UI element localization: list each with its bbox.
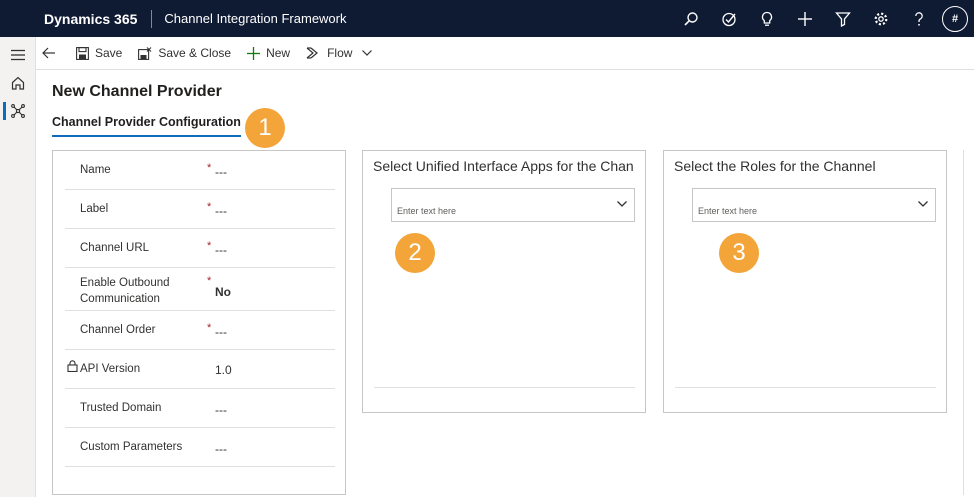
field-row-channel-order: Channel Order * --- (65, 311, 335, 350)
callout-badge-3: 3 (719, 233, 759, 273)
general-form-section: Name * --- Label * --- Channel URL * ---… (52, 150, 346, 495)
plus-icon[interactable] (786, 0, 824, 37)
gear-icon[interactable] (862, 0, 900, 37)
app-name[interactable]: Channel Integration Framework (164, 11, 346, 26)
callout-badge-1: 1 (245, 108, 285, 148)
save-close-icon (138, 46, 152, 60)
search-icon[interactable] (672, 0, 710, 37)
save-icon (76, 46, 89, 60)
required-indicator: * (207, 201, 212, 213)
field-row-label: Label * --- (65, 190, 335, 229)
flow-icon (306, 47, 319, 59)
save-close-button[interactable]: Save & Close (130, 37, 239, 70)
flow-label: Flow (327, 46, 353, 60)
left-rail (0, 37, 36, 497)
required-indicator: * (207, 162, 212, 174)
section-divider (675, 387, 936, 388)
filter-icon[interactable] (824, 0, 862, 37)
page-title: New Channel Provider (52, 83, 222, 100)
trusted-domain-field[interactable]: --- (215, 403, 227, 417)
plus-icon (247, 46, 261, 60)
lookup-placeholder: Enter text here (397, 206, 457, 216)
home-icon[interactable] (0, 69, 36, 97)
tab-channel-provider-configuration[interactable]: Channel Provider Configuration (52, 115, 241, 137)
channel-order-field[interactable]: --- (215, 325, 227, 339)
apps-lookup-input[interactable]: Enter text here (391, 188, 635, 222)
back-arrow-icon (42, 47, 55, 59)
label-field[interactable]: --- (215, 204, 227, 218)
channel-icon[interactable] (0, 97, 36, 125)
field-row-name: Name * --- (65, 151, 335, 190)
field-label: API Version (80, 363, 141, 375)
user-avatar[interactable]: # (942, 5, 968, 32)
field-label: Enable Outbound Communication (80, 277, 170, 305)
back-button[interactable] (36, 37, 68, 70)
lock-icon (67, 360, 78, 372)
new-button[interactable]: New (239, 37, 298, 70)
section-title: Select the Roles for the Channel (674, 158, 876, 174)
brand-name[interactable]: Dynamics 365 (44, 11, 137, 27)
lightbulb-icon[interactable] (748, 0, 786, 37)
field-row-trusted-domain: Trusted Domain --- (65, 389, 335, 428)
chevron-down-icon[interactable] (362, 50, 373, 56)
callout-badge-2: 2 (395, 233, 435, 273)
field-row-enable-outbound: Enable Outbound Communication * No (65, 268, 335, 311)
custom-parameters-field[interactable]: --- (215, 442, 227, 456)
required-indicator: * (207, 322, 212, 334)
lookup-placeholder: Enter text here (698, 206, 758, 216)
api-version-value: 1.0 (215, 363, 232, 377)
field-label: Trusted Domain (80, 402, 162, 414)
enable-outbound-toggle[interactable]: No (215, 285, 231, 299)
header-icons: # (672, 0, 970, 37)
field-label: Name (80, 164, 111, 176)
field-row-channel-url: Channel URL * --- (65, 229, 335, 268)
hamburger-icon[interactable] (0, 41, 36, 69)
channel-roles-section: Select the Roles for the Channel Enter t… (663, 150, 947, 413)
section-divider (374, 387, 635, 388)
name-field[interactable]: --- (215, 165, 227, 179)
top-bar: Dynamics 365 Channel Integration Framewo… (0, 0, 974, 37)
field-label: Label (80, 203, 109, 215)
command-bar: Save Save & Close New Flow (36, 37, 974, 70)
main-content: New Channel Provider Channel Provider Co… (36, 70, 974, 497)
roles-lookup-input[interactable]: Enter text here (692, 188, 936, 222)
channel-url-field[interactable]: --- (215, 243, 227, 257)
flow-button[interactable]: Flow (298, 37, 386, 70)
save-close-label: Save & Close (158, 46, 232, 60)
save-button[interactable]: Save (68, 37, 130, 70)
chevron-down-icon[interactable] (918, 201, 928, 207)
field-row-api-version: API Version 1.0 (65, 350, 335, 389)
chevron-down-icon[interactable] (617, 201, 627, 207)
new-label: New (266, 46, 291, 60)
task-icon[interactable] (710, 0, 748, 37)
header-separator (151, 9, 153, 28)
next-section-edge (963, 150, 964, 495)
field-row-custom-parameters: Custom Parameters --- (65, 428, 335, 467)
field-label: Channel Order (80, 324, 156, 336)
unified-interface-apps-section: Select Unified Interface Apps for the Ch… (362, 150, 646, 413)
help-icon[interactable] (900, 0, 938, 37)
required-indicator: * (207, 240, 212, 252)
field-label: Channel URL (80, 242, 150, 254)
field-label: Custom Parameters (80, 441, 183, 453)
section-title: Select Unified Interface Apps for the Ch… (373, 158, 635, 174)
required-indicator: * (207, 275, 212, 287)
save-label: Save (95, 46, 123, 60)
